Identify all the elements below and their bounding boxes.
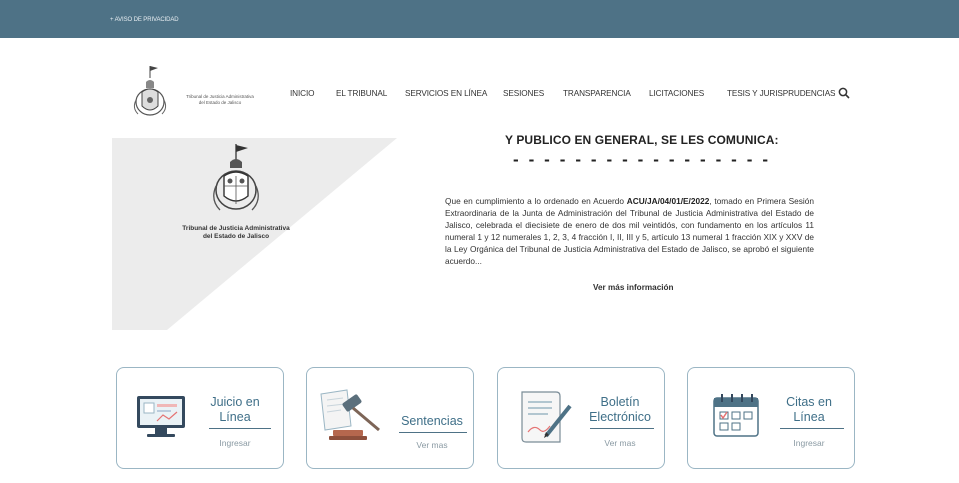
card-link[interactable]: Ver mas [393,440,471,450]
logo-text-line2: del Estado de Jalisco [198,100,242,105]
nav-item-servicios[interactable]: SERVICIOS EN LÍNEA [405,89,487,98]
card-title-line1: Citas en [786,395,832,409]
card-divider [399,432,467,433]
hero-seal-panel: Tribunal de Justicia Administrativa del … [112,138,397,330]
card-divider [209,428,271,429]
card-title-line1: Juicio en [210,395,260,409]
nav-item-el-tribunal[interactable]: EL TRIBUNAL [336,89,387,98]
card-title-line1: Sentencias [401,414,463,428]
card-citas-en-linea[interactable]: Citas en Línea Ingresar [687,367,855,469]
card-link[interactable]: Ver mas [580,438,660,448]
top-bar: + AVISO DE PRIVACIDAD [0,0,959,38]
calendar-icon [713,394,759,437]
card-link[interactable]: Ingresar [199,438,271,448]
nav-item-inicio[interactable]: INICIO [290,89,315,98]
gavel-icon [320,389,380,440]
hero-seal-line2: del Estado de Jalisco [202,233,270,240]
card-title-line1: Boletín [600,395,640,409]
hero-seal-line1: Tribunal de Justicia Administrativa [182,225,290,232]
card-boletin-electronico[interactable]: Boletín Electrónico Ver mas [497,367,665,469]
search-icon[interactable] [838,87,850,99]
announcement-title: Y PUBLICO EN GENERAL, SE LES COMUNICA: [505,133,779,147]
card-link[interactable]: Ingresar [770,438,848,448]
card-divider [780,428,844,429]
card-divider [590,428,654,429]
document-pen-icon [521,391,572,443]
announcement-text-a: Que en cumplimiento a lo ordenado en Acu… [445,196,627,206]
announcement-dashes: - - - - - - - - - - - - - - - - - [513,150,771,169]
computer-icon [137,396,185,437]
seal-logo-icon [133,66,167,116]
card-title-line2: Línea [219,410,251,424]
logo-text: Tribunal de Justicia Administrativa del … [174,94,266,106]
privacy-notice-link[interactable]: + AVISO DE PRIVACIDAD [110,17,179,23]
agreement-number: ACU/JA/04/01/E/2022 [626,196,710,206]
nav-item-sesiones[interactable]: SESIONES [503,89,544,98]
site-logo[interactable]: Tribunal de Justicia Administrativa del … [128,64,273,120]
card-juicio-en-linea[interactable]: Juicio en Línea Ingresar [116,367,284,469]
nav-item-tesis[interactable]: TESIS Y JURISPRUDENCIAS [727,89,836,98]
nav-item-licitaciones[interactable]: LICITACIONES [649,89,704,98]
more-info-link[interactable]: Ver más información [593,283,674,292]
card-title-line2: Electrónico [589,410,651,424]
announcement-text-b: , tomado en Primera Sesión Extraordinari… [445,196,815,266]
card-title-line2: Línea [793,410,825,424]
seal-icon [213,144,259,211]
announcement-text: Que en cumplimiento a lo ordenado en Acu… [445,196,814,267]
card-sentencias[interactable]: Sentencias Ver mas [306,367,474,469]
nav-item-transparencia[interactable]: TRANSPARENCIA [563,89,631,98]
